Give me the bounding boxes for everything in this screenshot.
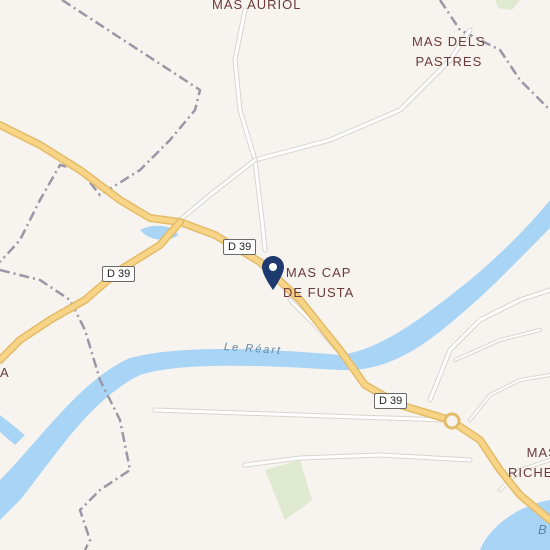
place-label-mas-dels-pastres: MAS DELS PASTRES — [412, 34, 486, 69]
place-label-a: A — [0, 365, 10, 380]
road-shield-d39: D 39 — [102, 266, 136, 282]
road-shield-d39: D 39 — [374, 393, 408, 409]
park-area — [495, 0, 520, 10]
place-label-edge: B — [538, 522, 548, 537]
park-area — [265, 460, 312, 520]
map-view[interactable]: MAS AURIOL MAS DELS PASTRES MAS CAP DE F… — [0, 0, 550, 550]
stream — [0, 415, 25, 445]
road-shield-d39: D 39 — [223, 239, 257, 255]
place-label-mas-richemo: MAS RICHEMO — [508, 445, 550, 480]
place-label-mas-cap-de-fusta: MAS CAP DE FUSTA — [283, 265, 355, 300]
place-label-mas-auriol: MAS AURIOL — [212, 0, 302, 12]
minor-roads — [152, 7, 550, 492]
